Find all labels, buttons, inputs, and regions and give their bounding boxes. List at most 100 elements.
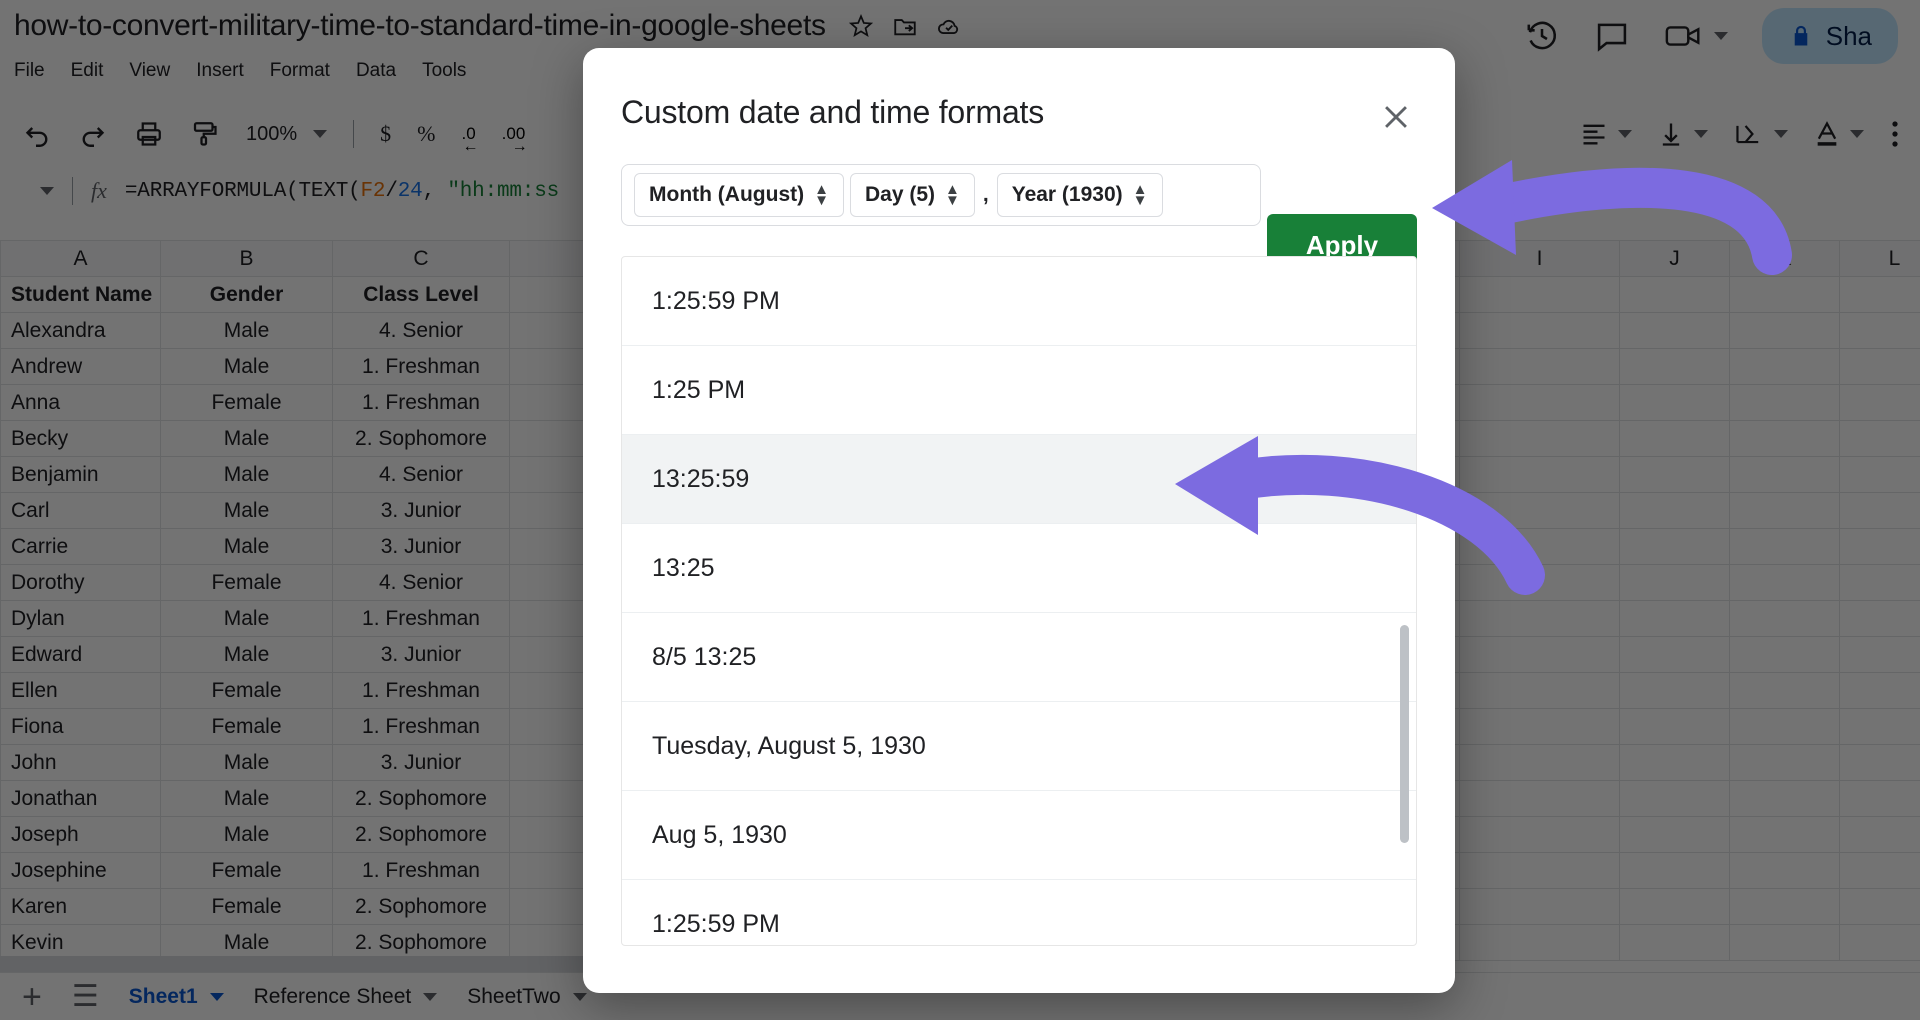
format-option-4[interactable]: 8/5 13:25 (622, 613, 1416, 702)
decrease-decimal-button[interactable]: .0 ← (461, 117, 478, 155)
format-option-2[interactable]: 13:25:59 (622, 435, 1416, 524)
meet-button-group[interactable] (1664, 19, 1728, 53)
grid-cell[interactable] (1459, 348, 1620, 385)
column-header-b[interactable]: B (160, 240, 333, 277)
grid-cell[interactable] (1619, 564, 1730, 601)
grid-cell[interactable]: 2. Sophomore (332, 888, 510, 925)
format-option-5[interactable]: Tuesday, August 5, 1930 (622, 702, 1416, 791)
grid-cell[interactable]: Joseph (0, 816, 161, 853)
grid-cell[interactable]: Dylan (0, 600, 161, 637)
grid-cell[interactable] (1839, 600, 1920, 637)
grid-cell[interactable]: Female (160, 672, 333, 709)
grid-cell[interactable]: Female (160, 564, 333, 601)
all-sheets-icon[interactable]: ☰ (72, 981, 99, 1012)
grid-cell[interactable] (1619, 348, 1730, 385)
grid-cell[interactable] (1459, 852, 1620, 889)
grid-cell[interactable]: Edward (0, 636, 161, 673)
grid-header-cell[interactable] (1839, 276, 1920, 313)
grid-cell[interactable]: Male (160, 816, 333, 853)
sheet-tab-reference-sheet[interactable]: Reference Sheet (254, 985, 438, 1009)
grid-cell[interactable]: Female (160, 384, 333, 421)
grid-cell[interactable] (1729, 564, 1840, 601)
grid-cell[interactable] (1839, 744, 1920, 781)
grid-cell[interactable] (1839, 636, 1920, 673)
grid-cell[interactable]: Male (160, 744, 333, 781)
grid-cell[interactable]: Male (160, 780, 333, 817)
grid-cell[interactable]: 1. Freshman (332, 348, 510, 385)
grid-cell[interactable] (1729, 384, 1840, 421)
grid-cell[interactable] (1729, 852, 1840, 889)
grid-cell[interactable] (1619, 528, 1730, 565)
star-icon[interactable] (848, 13, 874, 39)
grid-cell[interactable]: 4. Senior (332, 456, 510, 493)
grid-cell[interactable] (1729, 636, 1840, 673)
paint-format-icon[interactable] (190, 117, 220, 151)
chevron-down-icon[interactable] (1850, 130, 1864, 138)
grid-cell[interactable] (1459, 456, 1620, 493)
format-option-6[interactable]: Aug 5, 1930 (622, 791, 1416, 880)
grid-cell[interactable] (1729, 312, 1840, 349)
grid-cell[interactable]: Male (160, 456, 333, 493)
name-box-chevron-icon[interactable] (40, 187, 54, 195)
grid-cell[interactable] (1619, 780, 1730, 817)
grid-cell[interactable]: Alexandra (0, 312, 161, 349)
grid-cell[interactable]: 3. Junior (332, 492, 510, 529)
version-history-icon[interactable] (1524, 18, 1560, 54)
grid-cell[interactable]: Carrie (0, 528, 161, 565)
menu-item-data[interactable]: Data (356, 60, 396, 82)
grid-header-cell[interactable]: Student Name (0, 276, 161, 313)
grid-cell[interactable]: Female (160, 888, 333, 925)
grid-cell[interactable] (1619, 384, 1730, 421)
column-header-a[interactable]: A (0, 240, 161, 277)
grid-cell[interactable]: Male (160, 420, 333, 457)
format-option-1[interactable]: 1:25 PM (622, 346, 1416, 435)
grid-cell[interactable] (1839, 564, 1920, 601)
comment-icon[interactable] (1594, 18, 1630, 54)
grid-cell[interactable]: Ellen (0, 672, 161, 709)
grid-cell[interactable]: 2. Sophomore (332, 816, 510, 853)
increase-decimal-button[interactable]: .00 → (502, 117, 528, 155)
grid-cell[interactable]: John (0, 744, 161, 781)
redo-icon[interactable] (78, 117, 108, 151)
grid-cell[interactable] (1839, 384, 1920, 421)
text-color-button[interactable] (1814, 117, 1864, 151)
grid-cell[interactable]: Josephine (0, 852, 161, 889)
text-align-button[interactable] (1580, 117, 1632, 151)
currency-format-button[interactable]: $ (380, 121, 391, 147)
grid-header-cell[interactable] (1459, 276, 1620, 313)
share-button[interactable]: Sha (1761, 8, 1898, 64)
sheet-tab-sheettwo[interactable]: SheetTwo (467, 985, 587, 1009)
grid-cell[interactable] (1619, 420, 1730, 457)
grid-cell[interactable] (1459, 420, 1620, 457)
column-header-c[interactable]: C (332, 240, 510, 277)
grid-cell[interactable] (1459, 816, 1620, 853)
format-option-3[interactable]: 13:25 (622, 524, 1416, 613)
grid-cell[interactable] (1839, 456, 1920, 493)
grid-cell[interactable] (1619, 888, 1730, 925)
grid-cell[interactable] (1619, 672, 1730, 709)
menu-item-insert[interactable]: Insert (196, 60, 244, 82)
list-scrollbar[interactable] (1400, 625, 1409, 843)
updown-stepper-icon[interactable]: ▲ ▼ (945, 182, 960, 208)
grid-cell[interactable] (1839, 672, 1920, 709)
document-title[interactable]: how-to-convert-military-time-to-standard… (14, 9, 826, 43)
grid-cell[interactable]: 2. Sophomore (332, 420, 510, 457)
grid-cell[interactable] (1459, 636, 1620, 673)
chevron-down-icon[interactable] (1774, 130, 1788, 138)
grid-cell[interactable] (1459, 492, 1620, 529)
vertical-align-button[interactable] (1658, 117, 1708, 151)
grid-cell[interactable] (1839, 852, 1920, 889)
grid-cell[interactable] (1729, 780, 1840, 817)
column-header-l[interactable]: L (1839, 240, 1920, 277)
grid-cell[interactable] (1729, 600, 1840, 637)
grid-cell[interactable] (1729, 924, 1840, 961)
grid-cell[interactable]: Male (160, 312, 333, 349)
grid-cell[interactable] (1459, 600, 1620, 637)
cloud-saved-icon[interactable] (936, 13, 962, 39)
grid-cell[interactable] (1839, 528, 1920, 565)
grid-cell[interactable] (1619, 852, 1730, 889)
grid-cell[interactable]: Becky (0, 420, 161, 457)
grid-cell[interactable] (1839, 888, 1920, 925)
grid-cell[interactable]: Benjamin (0, 456, 161, 493)
grid-cell[interactable]: Male (160, 636, 333, 673)
